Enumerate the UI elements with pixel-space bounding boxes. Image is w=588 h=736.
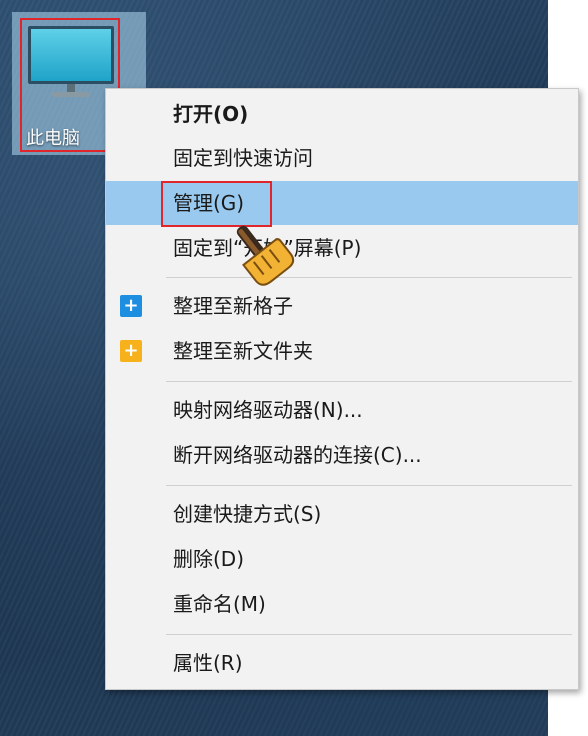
menu-item-pin-start[interactable]: 固定到“开始”屏幕(P): [106, 226, 578, 270]
menu-separator: [166, 485, 572, 486]
plus-icon: +: [120, 295, 142, 317]
menu-item-label: 固定到快速访问: [173, 146, 313, 170]
menu-item-create-shortcut[interactable]: 创建快捷方式(S): [106, 492, 578, 536]
menu-item-label: 重命名(M): [173, 592, 266, 616]
menu-item-properties[interactable]: 属性(R): [106, 641, 578, 685]
menu-item-label: 创建快捷方式(S): [173, 502, 322, 526]
menu-item-label: 属性(R): [173, 651, 243, 675]
menu-item-pin-quick-access[interactable]: 固定到快速访问: [106, 136, 578, 180]
menu-item-map-drive[interactable]: 映射网络驱动器(N)...: [106, 388, 578, 432]
menu-item-label: 删除(D): [173, 547, 245, 571]
folder-plus-icon: +: [120, 340, 142, 362]
menu-item-rename[interactable]: 重命名(M): [106, 582, 578, 626]
menu-item-label: 映射网络驱动器(N)...: [173, 398, 363, 422]
menu-item-disconnect-drive[interactable]: 断开网络驱动器的连接(C)...: [106, 433, 578, 477]
menu-item-label: 断开网络驱动器的连接(C)...: [173, 443, 422, 467]
menu-separator: [166, 634, 572, 635]
menu-item-delete[interactable]: 删除(D): [106, 537, 578, 581]
menu-item-new-group[interactable]: + 整理至新格子: [106, 284, 578, 328]
menu-item-new-folder[interactable]: + 整理至新文件夹: [106, 329, 578, 373]
hand-pointer-icon: [236, 225, 295, 286]
menu-item-label: 整理至新格子: [173, 294, 293, 318]
menu-item-label: 整理至新文件夹: [173, 339, 313, 363]
menu-item-label: 打开(O): [173, 102, 249, 126]
context-menu: 打开(O) 固定到快速访问 管理(G) 固定到“开始”屏幕(P) + 整理至新格…: [105, 88, 579, 690]
menu-item-open[interactable]: 打开(O): [106, 92, 578, 136]
menu-separator: [166, 381, 572, 382]
